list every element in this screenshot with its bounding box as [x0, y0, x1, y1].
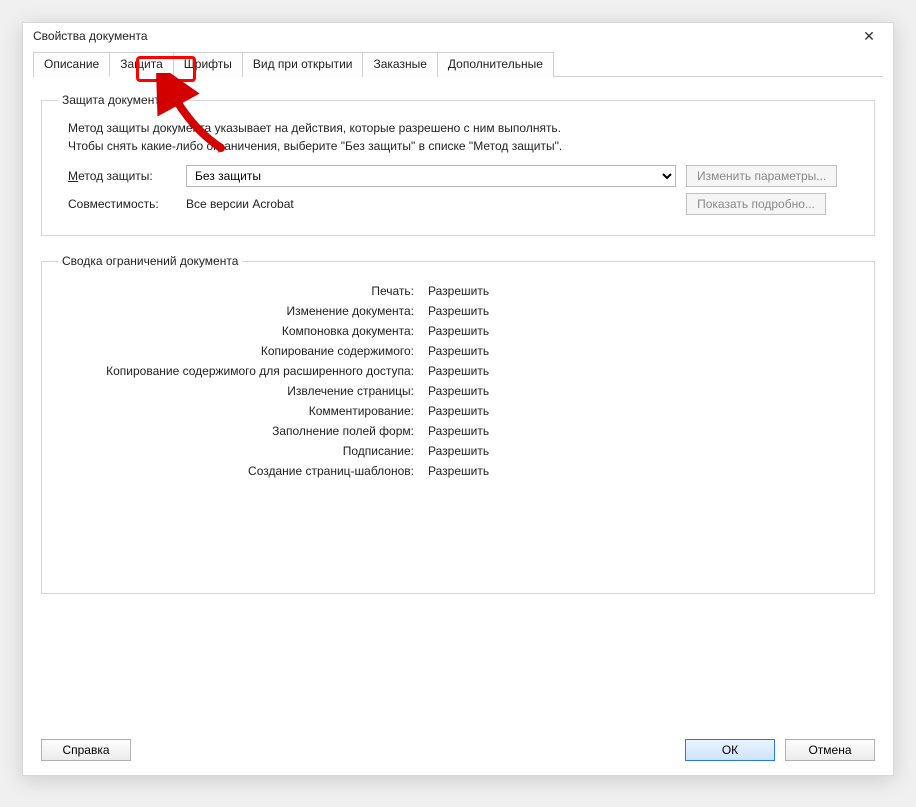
desc-line1: Метод защиты документа указывает на дейс…: [68, 121, 561, 135]
restriction-row: Заполнение полей форм:Разрешить: [58, 424, 858, 438]
restriction-value: Разрешить: [428, 324, 628, 338]
restriction-label: Комментирование:: [58, 404, 428, 418]
security-legend: Защита документа: [58, 93, 170, 107]
compatibility-label: Совместимость:: [68, 197, 186, 211]
tab-label: Заказные: [373, 57, 426, 71]
security-method-select[interactable]: Без защиты: [186, 165, 676, 187]
titlebar: Свойства документа ✕: [23, 23, 893, 49]
dialog-footer: Справка ОК Отмена: [41, 739, 875, 761]
close-button[interactable]: ✕: [851, 23, 887, 49]
restriction-row: Создание страниц-шаблонов:Разрешить: [58, 464, 858, 478]
restriction-value: Разрешить: [428, 424, 628, 438]
security-description: Метод защиты документа указывает на дейс…: [68, 119, 858, 155]
restriction-row: Извлечение страницы:Разрешить: [58, 384, 858, 398]
cancel-button[interactable]: Отмена: [785, 739, 875, 761]
tab-strip: Описание Защита Шрифты Вид при открытии …: [33, 51, 883, 77]
restriction-value: Разрешить: [428, 364, 628, 378]
compatibility-row: Совместимость: Все версии Acrobat Показа…: [68, 193, 858, 215]
restriction-row: Компоновка документа:Разрешить: [58, 324, 858, 338]
restriction-label: Создание страниц-шаблонов:: [58, 464, 428, 478]
restriction-label: Подписание:: [58, 444, 428, 458]
tab-security[interactable]: Защита: [109, 52, 174, 77]
restriction-value: Разрешить: [428, 464, 628, 478]
restriction-label: Копирование содержимого для расширенного…: [58, 364, 428, 378]
restriction-row: Печать:Разрешить: [58, 284, 858, 298]
security-method-row: Метод защиты: Без защиты Изменить параме…: [68, 165, 858, 187]
tab-label: Описание: [44, 57, 99, 71]
restriction-value: Разрешить: [428, 344, 628, 358]
restriction-row: Комментирование:Разрешить: [58, 404, 858, 418]
restriction-label: Заполнение полей форм:: [58, 424, 428, 438]
help-button[interactable]: Справка: [41, 739, 131, 761]
ok-button[interactable]: ОК: [685, 739, 775, 761]
tab-label: Защита: [120, 57, 163, 71]
restriction-value: Разрешить: [428, 384, 628, 398]
tab-fonts[interactable]: Шрифты: [173, 52, 243, 77]
tab-initial-view[interactable]: Вид при открытии: [242, 52, 364, 77]
restriction-label: Печать:: [58, 284, 428, 298]
restriction-value: Разрешить: [428, 444, 628, 458]
compatibility-value: Все версии Acrobat: [186, 197, 676, 211]
security-group: Защита документа Метод защиты документа …: [41, 93, 875, 236]
tab-label: Дополнительные: [448, 57, 543, 71]
restriction-row: Подписание:Разрешить: [58, 444, 858, 458]
restrictions-group: Сводка ограничений документа Печать:Разр…: [41, 254, 875, 594]
restriction-label: Изменение документа:: [58, 304, 428, 318]
restriction-row: Копирование содержимого для расширенного…: [58, 364, 858, 378]
show-details-button: Показать подробно...: [686, 193, 826, 215]
window-title: Свойства документа: [33, 29, 148, 43]
desc-line2: Чтобы снять какие-либо ограничения, выбе…: [68, 139, 562, 153]
content-area: Защита документа Метод защиты документа …: [23, 77, 893, 622]
tab-label: Шрифты: [184, 57, 232, 71]
restriction-value: Разрешить: [428, 304, 628, 318]
tab-advanced[interactable]: Дополнительные: [437, 52, 554, 77]
restriction-label: Компоновка документа:: [58, 324, 428, 338]
tab-description[interactable]: Описание: [33, 52, 110, 77]
security-method-label: Метод защиты:: [68, 169, 186, 183]
restriction-value: Разрешить: [428, 284, 628, 298]
close-icon: ✕: [863, 28, 875, 45]
restrictions-legend: Сводка ограничений документа: [58, 254, 242, 268]
tab-custom[interactable]: Заказные: [362, 52, 437, 77]
restriction-value: Разрешить: [428, 404, 628, 418]
restrictions-list: Печать:Разрешить Изменение документа:Раз…: [58, 284, 858, 478]
tab-label: Вид при открытии: [253, 57, 353, 71]
restriction-row: Копирование содержимого:Разрешить: [58, 344, 858, 358]
change-settings-button: Изменить параметры...: [686, 165, 837, 187]
restriction-row: Изменение документа:Разрешить: [58, 304, 858, 318]
restriction-label: Извлечение страницы:: [58, 384, 428, 398]
document-properties-window: Свойства документа ✕ Описание Защита Шри…: [22, 22, 894, 776]
restriction-label: Копирование содержимого:: [58, 344, 428, 358]
